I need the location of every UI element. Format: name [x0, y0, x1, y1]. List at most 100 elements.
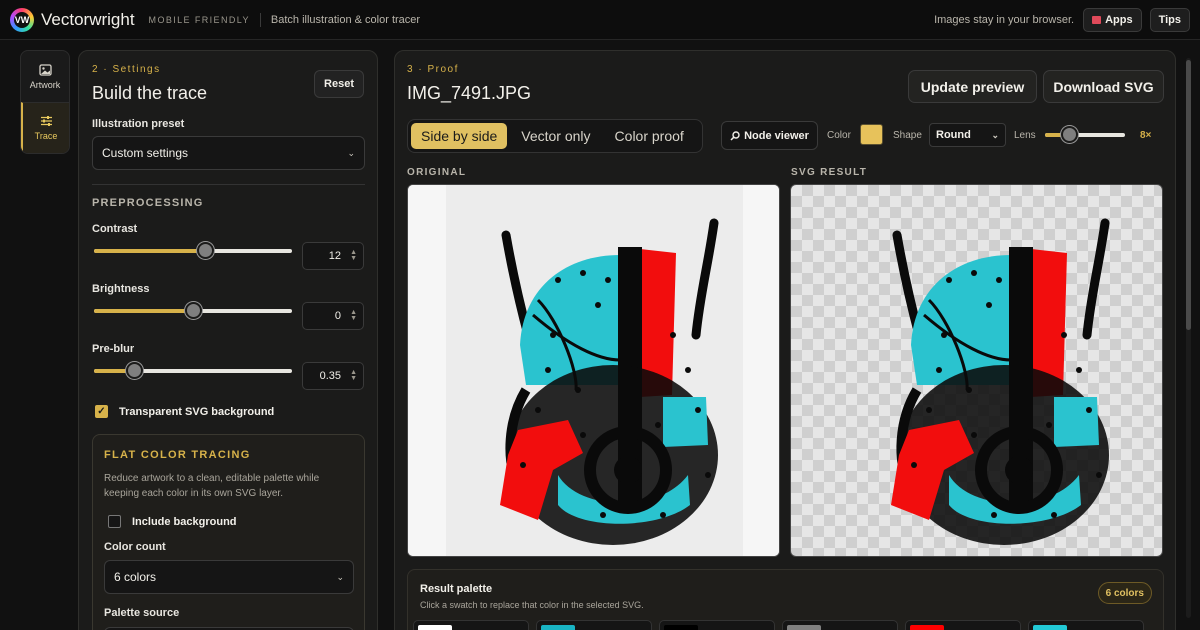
preset-select-value: Custom settings — [102, 146, 189, 160]
checkbox-icon[interactable] — [108, 515, 121, 528]
app-logo-icon: VW — [10, 7, 34, 32]
rail-item-artwork[interactable]: Artwork — [21, 51, 69, 102]
lens-color-picker[interactable] — [860, 124, 883, 145]
lens-value: 8× — [1140, 130, 1152, 141]
chevron-down-icon: ⌄ — [991, 129, 999, 140]
checkbox-checked-icon[interactable]: ✓ — [95, 405, 108, 418]
top-bar: VW Vectorwright MOBILE FRIENDLY Batch il… — [0, 0, 1200, 40]
stepper-icon[interactable]: ▲ ▼ — [350, 249, 357, 262]
lens-slider[interactable] — [1045, 126, 1125, 143]
traced-artwork — [891, 218, 1110, 545]
privacy-note: Images stay in your browser. — [934, 13, 1075, 26]
color-count-value: 6 colors — [114, 570, 157, 584]
include-background-toggle[interactable]: Include background — [108, 515, 237, 528]
palette-count-badge: 6 colors — [1097, 582, 1152, 604]
brightness-input[interactable]: 0 ▲ ▼ — [302, 302, 364, 330]
transparent-bg-label: Transparent SVG background — [119, 405, 275, 418]
shape-label: Shape — [893, 130, 922, 141]
preprocessing-caption: PREPROCESSING — [92, 197, 204, 209]
download-svg-button[interactable]: Download SVG — [1043, 70, 1164, 103]
brightness-value: 0 — [334, 310, 341, 322]
rail-item-trace[interactable]: Trace — [21, 102, 69, 153]
slider-handle[interactable] — [125, 362, 143, 379]
contrast-label: Contrast — [92, 223, 138, 235]
preset-select[interactable]: Custom settings ⌄ — [92, 136, 365, 170]
transparent-bg-toggle[interactable]: ✓ Transparent SVG background — [95, 405, 274, 418]
palette-swatch[interactable] — [536, 620, 652, 630]
flat-color-title: FLAT COLOR TRACING — [104, 449, 251, 461]
palette-description: Click a swatch to replace that color in … — [420, 600, 644, 610]
original-artwork — [408, 185, 779, 556]
rail-item-label: Artwork — [29, 79, 61, 90]
search-icon — [730, 130, 740, 141]
flat-color-description: Reduce artwork to a clean, editable pale… — [104, 473, 320, 499]
chevron-down-icon: ⌄ — [347, 147, 355, 158]
palette-source-label: Palette source — [104, 607, 180, 619]
palette-swatch[interactable] — [1028, 620, 1144, 630]
shape-select-value: Round — [936, 129, 971, 141]
view-mode-tabs: Side by side Vector only Color proof — [407, 119, 703, 153]
preblur-label: Pre-blur — [92, 343, 135, 355]
proof-step-label: 3 · Proof — [407, 64, 459, 75]
preblur-value: 0.35 — [319, 370, 341, 382]
settings-title: Build the trace — [92, 83, 208, 103]
slider-handle[interactable] — [1061, 126, 1078, 143]
node-viewer-button[interactable]: Node viewer — [721, 121, 818, 150]
lens-label: Lens — [1014, 130, 1036, 141]
color-count-label: Color count — [104, 541, 166, 553]
palette-swatch[interactable] — [905, 620, 1021, 630]
mobile-friendly-tag: MOBILE FRIENDLY — [148, 14, 250, 25]
preblur-slider[interactable] — [94, 362, 292, 379]
node-viewer-label: Node viewer — [744, 129, 809, 142]
palette-swatch[interactable] — [782, 620, 898, 630]
scrollbar-thumb[interactable] — [1186, 60, 1191, 330]
divider — [259, 12, 261, 27]
palette-swatch[interactable] — [659, 620, 775, 630]
tips-button[interactable]: Tips — [1149, 7, 1190, 32]
apps-button[interactable]: Apps — [1083, 7, 1142, 32]
stepper-icon[interactable]: ▲ ▼ — [350, 309, 357, 322]
page-scrollbar[interactable] — [1186, 58, 1191, 618]
proof-panel: 3 · Proof IMG_7491.JPG Update preview Do… — [394, 50, 1176, 630]
update-preview-button[interactable]: Update preview — [908, 70, 1037, 103]
apps-button-label: Apps — [1105, 13, 1133, 26]
settings-step-label: 2 · Settings — [92, 64, 161, 75]
reset-button[interactable]: Reset — [314, 70, 364, 98]
tab-vector-only[interactable]: Vector only — [511, 123, 600, 149]
sliders-icon — [40, 116, 52, 126]
brightness-slider[interactable] — [94, 302, 292, 319]
shape-select[interactable]: Round ⌄ — [929, 123, 1006, 147]
file-name: IMG_7491.JPG — [407, 83, 532, 103]
svg-result-image — [790, 184, 1163, 557]
preset-label: Illustration preset — [92, 118, 185, 130]
slider-handle[interactable] — [196, 242, 214, 259]
palette-swatch[interactable] — [413, 620, 529, 630]
flat-color-section: FLAT COLOR TRACING Reduce artwork to a c… — [92, 434, 365, 630]
contrast-value: 12 — [328, 250, 341, 262]
settings-panel: 2 · Settings Build the trace Reset Illus… — [78, 50, 378, 630]
include-background-label: Include background — [132, 515, 237, 528]
rail-item-label: Trace — [34, 131, 58, 141]
contrast-input[interactable]: 12 ▲ ▼ — [302, 242, 364, 270]
image-icon — [38, 63, 52, 76]
app-name: Vectorwright — [41, 9, 135, 29]
result-caption: SVG RESULT — [791, 167, 868, 178]
result-palette: Result palette Click a swatch to replace… — [407, 569, 1164, 630]
divider — [92, 184, 365, 185]
palette-title: Result palette — [420, 583, 493, 595]
tab-color-proof[interactable]: Color proof — [605, 123, 694, 149]
apps-icon — [1092, 15, 1102, 24]
original-caption: ORIGINAL — [407, 167, 467, 178]
app-subtitle: Batch illustration & color tracer — [270, 13, 421, 26]
preblur-input[interactable]: 0.35 ▲ ▼ — [302, 362, 364, 390]
contrast-slider[interactable] — [94, 242, 292, 259]
color-label: Color — [827, 130, 851, 141]
tab-side-by-side[interactable]: Side by side — [411, 123, 508, 149]
original-image — [407, 184, 780, 557]
slider-handle[interactable] — [185, 302, 202, 319]
chevron-down-icon: ⌄ — [336, 571, 344, 582]
stepper-icon[interactable]: ▲ ▼ — [350, 369, 357, 382]
color-count-select[interactable]: 6 colors ⌄ — [104, 560, 354, 594]
brightness-label: Brightness — [92, 283, 150, 295]
side-rail: Artwork Trace — [20, 50, 70, 154]
